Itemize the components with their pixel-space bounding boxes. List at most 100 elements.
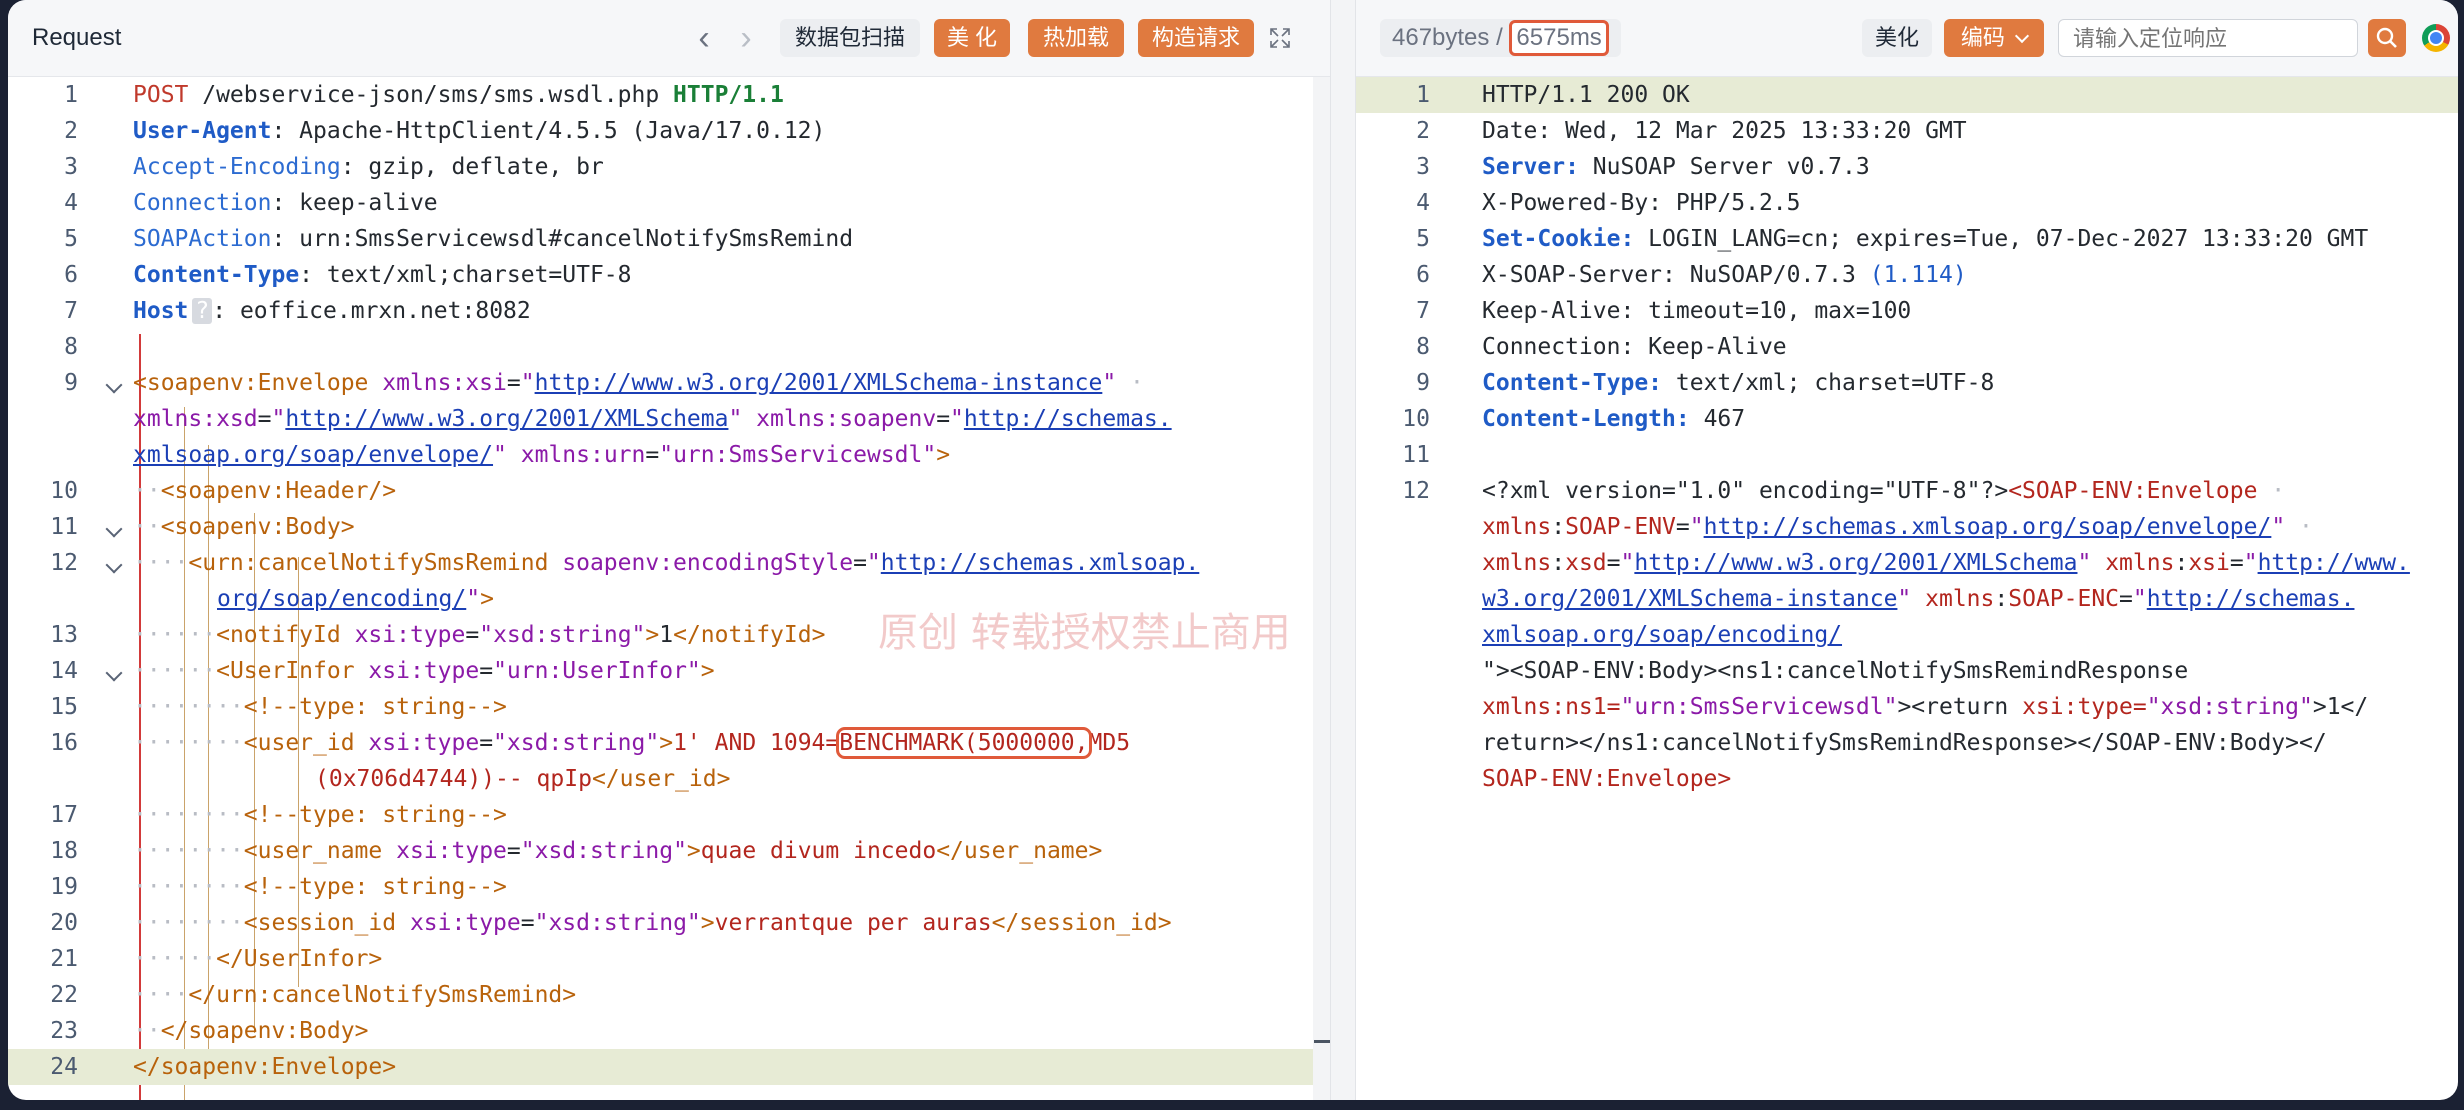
header-paren: (1.114) bbox=[1869, 262, 1967, 288]
response-time: 6575ms bbox=[1509, 20, 1609, 56]
response-size: 467bytes bbox=[1392, 24, 1490, 51]
forward-arrow-icon[interactable]: › bbox=[726, 18, 766, 58]
code-line: 17 ········<!--type: string--> bbox=[8, 797, 1330, 833]
header-key: Content-Length: bbox=[1482, 406, 1690, 432]
enc-url-cont[interactable]: xmlsoap.org/soap/encoding/ bbox=[1482, 622, 1842, 648]
expand-icon[interactable] bbox=[1268, 26, 1292, 50]
code-line: 13 ······<notifyId xsi:type="xsd:string"… bbox=[8, 617, 1330, 653]
fold-chevron-icon[interactable] bbox=[105, 520, 123, 538]
line-number: 20 bbox=[50, 910, 78, 936]
line-number: 10 bbox=[50, 478, 78, 504]
fold-chevron-icon[interactable] bbox=[105, 664, 123, 682]
code-line: 14 ······<UserInfor xsi:type="urn:UserIn… bbox=[8, 653, 1330, 689]
help-badge[interactable]: ? bbox=[192, 298, 213, 324]
xsi-url[interactable]: http://www. bbox=[2258, 550, 2410, 576]
line-number: 3 bbox=[1416, 154, 1430, 180]
header-key: Server: bbox=[1482, 154, 1579, 180]
xsd-url[interactable]: http://www.w3.org/2001/XMLSchema bbox=[285, 406, 728, 432]
request-path: /webservice-json/sms/sms.wsdl.php bbox=[188, 82, 674, 108]
xsd-url[interactable]: http://www.w3.org/2001/XMLSchema bbox=[1634, 550, 2077, 576]
line-number: 3 bbox=[64, 154, 78, 180]
header-key: Content-Type bbox=[133, 262, 300, 288]
request-pane: Request ‹ › 数据包扫描 美 化 热加载 构造请求 原创 转载授权禁止… bbox=[8, 0, 1330, 1100]
code-line: 5 Set-Cookie: LOGIN_LANG=cn; expires=Tue… bbox=[1356, 221, 2458, 257]
encoding-url[interactable]: http://schemas.xmlsoap. bbox=[881, 550, 1200, 576]
back-arrow-icon[interactable]: ‹ bbox=[684, 18, 724, 58]
line-number: 18 bbox=[50, 838, 78, 864]
code-line: 18 ········<user_name xsi:type="xsd:stri… bbox=[8, 833, 1330, 869]
line-number: 8 bbox=[1416, 334, 1430, 360]
line-number: 6 bbox=[1416, 262, 1430, 288]
chrome-icon[interactable] bbox=[2422, 24, 2450, 52]
line-number: 24 bbox=[50, 1054, 78, 1080]
vertical-scrollbar[interactable] bbox=[1313, 77, 1330, 1100]
line-number: 7 bbox=[64, 298, 78, 324]
encoding-dropdown[interactable]: 编码 bbox=[1944, 19, 2044, 57]
xsi-url-cont[interactable]: w3.org/2001/XMLSchema-instance bbox=[1482, 586, 1897, 612]
header-key: Set-Cookie: bbox=[1482, 226, 1635, 252]
fold-chevron-icon[interactable] bbox=[105, 376, 123, 394]
line-number: 9 bbox=[64, 370, 78, 396]
user-name-value: quae divum incedo bbox=[700, 838, 937, 864]
code-line: 22 ····</urn:cancelNotifySmsRemind> bbox=[8, 977, 1330, 1013]
code-line-wrap: org/soap/encoding/"> bbox=[217, 586, 494, 612]
line-number: 22 bbox=[50, 982, 78, 1008]
scrollbar-thumb[interactable] bbox=[1314, 1040, 1330, 1043]
code-line-wrap: xmlsoap.org/soap/envelope/" xmlns:urn="u… bbox=[133, 442, 951, 468]
hot-reload-button[interactable]: 热加载 bbox=[1028, 19, 1124, 57]
code-line: 11 ··<soapenv:Body> bbox=[8, 509, 1330, 545]
xsi-url[interactable]: http://www.w3.org/2001/XMLSchema-instanc… bbox=[535, 370, 1103, 396]
header-key: User-Agent bbox=[133, 118, 272, 144]
line-number: 16 bbox=[50, 730, 78, 756]
header-value: : urn:SmsServicewsdl#cancelNotifySmsRemi… bbox=[271, 226, 854, 252]
fold-chevron-icon[interactable] bbox=[105, 556, 123, 574]
header-value: 467 bbox=[1689, 406, 1746, 432]
header-value: NuSOAP Server v0.7.3 bbox=[1578, 154, 1870, 180]
beautify-button[interactable]: 美化 bbox=[1862, 19, 1932, 57]
header-value: LOGIN_LANG=cn; expires=Tue, 07-Dec-2027 … bbox=[1634, 226, 2369, 252]
search-button[interactable] bbox=[2368, 19, 2406, 57]
line-number: 17 bbox=[50, 802, 78, 828]
line-number: 1 bbox=[64, 82, 78, 108]
env-url[interactable]: http://schemas.xmlsoap.org/soap/envelope… bbox=[1704, 514, 2272, 540]
build-request-button[interactable]: 构造请求 bbox=[1138, 19, 1254, 57]
code-line: 4 X-Powered-By: PHP/5.2.5 bbox=[1356, 185, 2458, 221]
code-line-wrap: xmlns:xsd="http://www.w3.org/2001/XMLSch… bbox=[133, 406, 1172, 432]
response-editor[interactable]: 1 HTTP/1.1 200 OK 2 Date: Wed, 12 Mar 20… bbox=[1356, 77, 2458, 1100]
code-line: 2 Date: Wed, 12 Mar 2025 13:33:20 GMT bbox=[1356, 113, 2458, 149]
request-editor[interactable]: 原创 转载授权禁止商用 1 POST /webservice-json/sms/… bbox=[8, 77, 1330, 1100]
sqli-payload-tail: MD5 bbox=[1088, 730, 1131, 756]
pane-divider[interactable] bbox=[1330, 0, 1356, 1100]
chevron-down-icon bbox=[2014, 28, 2030, 44]
locate-search[interactable] bbox=[2058, 19, 2358, 58]
packet-scan-button[interactable]: 数据包扫描 bbox=[780, 19, 920, 57]
beautify-button[interactable]: 美 化 bbox=[934, 19, 1010, 57]
xml-comment: <!--type: string--> bbox=[243, 694, 507, 720]
header-line: Date: Wed, 12 Mar 2025 13:33:20 GMT bbox=[1482, 118, 1967, 144]
locate-input[interactable] bbox=[2059, 20, 2325, 58]
header-line: X-SOAP-Server: NuSOAP/0.7.3 bbox=[1482, 262, 1870, 288]
code-line: 23 ··</soapenv:Body> bbox=[8, 1013, 1330, 1049]
ns-value: "urn:SmsServicewsdl" bbox=[1620, 694, 1898, 720]
xml-declaration: <?xml version="1.0" encoding="UTF-8"?> bbox=[1482, 478, 2009, 504]
line-number: 2 bbox=[64, 118, 78, 144]
code-line: 19 ········<!--type: string--> bbox=[8, 869, 1330, 905]
ns-attr: xmlns:ns1= bbox=[1482, 694, 1621, 720]
line-number: 2 bbox=[1416, 118, 1430, 144]
enc-url[interactable]: http://schemas. bbox=[2147, 586, 2355, 612]
line-number: 11 bbox=[50, 514, 78, 540]
code-line-active: 24 </soapenv:Envelope> bbox=[8, 1049, 1313, 1085]
code-line: 3 Server: NuSOAP Server v0.7.3 bbox=[1356, 149, 2458, 185]
line-number: 7 bbox=[1416, 298, 1430, 324]
header-key: Accept-Encoding bbox=[133, 154, 341, 180]
encoding-url-cont[interactable]: org/soap/encoding/ bbox=[217, 586, 466, 612]
code-line: 9 Content-Type: text/xml; charset=UTF-8 bbox=[1356, 365, 2458, 401]
soapenv-url-cont[interactable]: xmlsoap.org/soap/envelope/ bbox=[133, 442, 493, 468]
xml-close: return></ns1:cancelNotifySmsRemindRespon… bbox=[1482, 730, 2327, 756]
code-line-wrap: xmlns:SOAP-ENV="http://schemas.xmlsoap.o… bbox=[1482, 514, 2313, 540]
code-line-active: 1 HTTP/1.1 200 OK bbox=[1356, 77, 2458, 113]
request-toolbar: Request ‹ › 数据包扫描 美 化 热加载 构造请求 bbox=[8, 0, 1330, 77]
soapenv-url[interactable]: http://schemas. bbox=[964, 406, 1172, 432]
code-line-wrap: xmlsoap.org/soap/encoding/ bbox=[1356, 617, 2458, 653]
type-attr: xsi:type= bbox=[2022, 694, 2147, 720]
